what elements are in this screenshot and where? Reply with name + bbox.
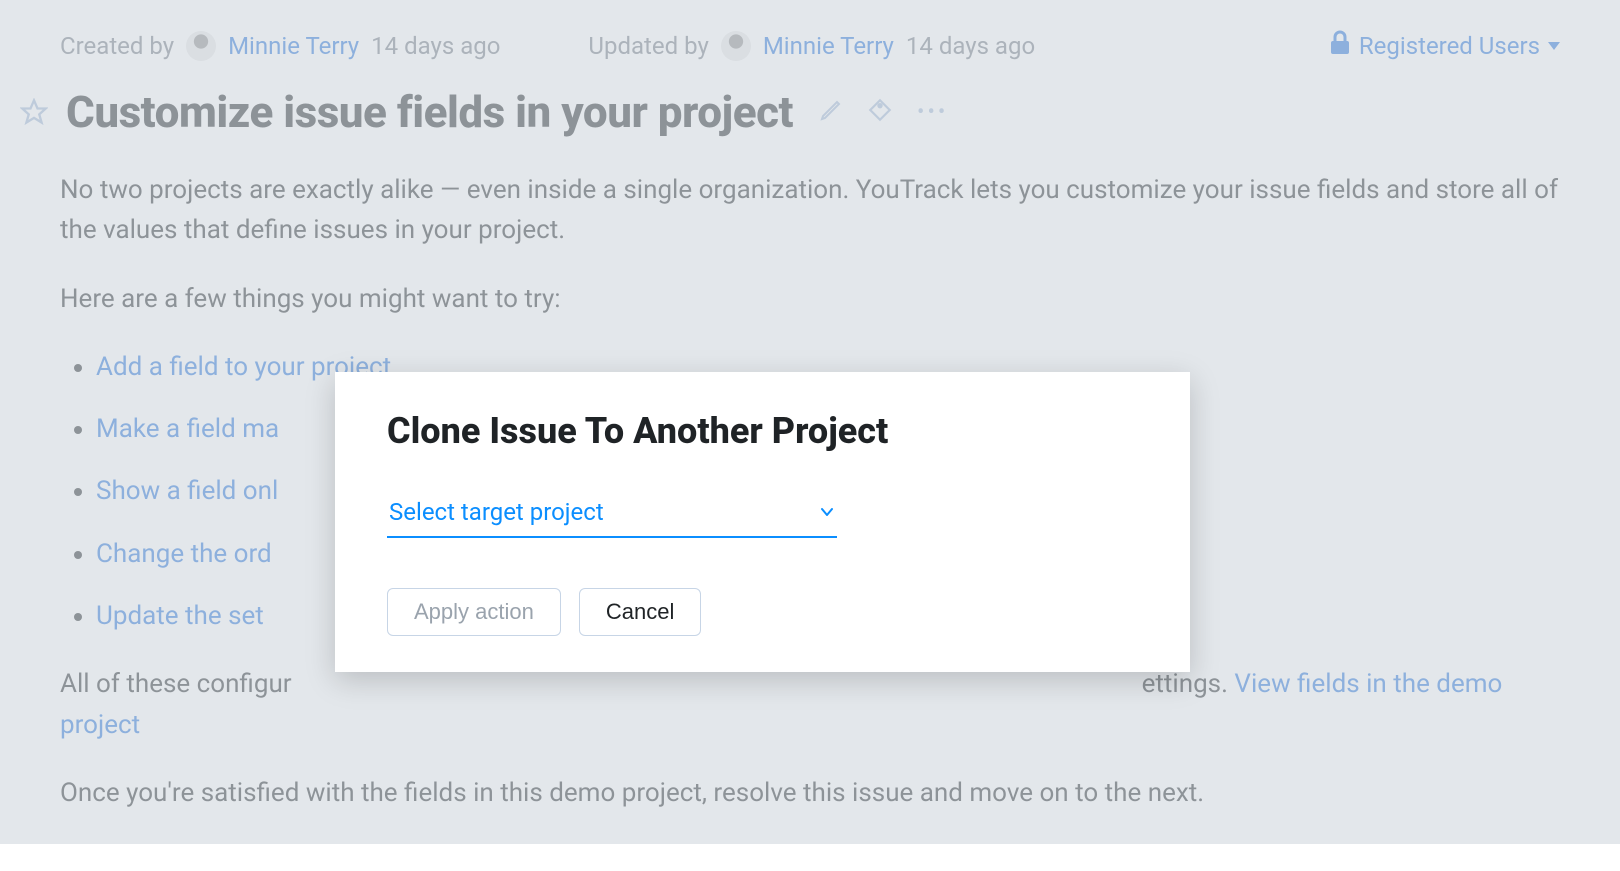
- target-project-select[interactable]: Select target project: [387, 494, 837, 538]
- cancel-button[interactable]: Cancel: [579, 588, 701, 636]
- chevron-down-icon: [819, 498, 835, 526]
- clone-issue-dialog: Clone Issue To Another Project Select ta…: [335, 372, 1190, 672]
- apply-action-button: Apply action: [387, 588, 561, 636]
- select-placeholder: Select target project: [389, 498, 604, 526]
- dialog-title: Clone Issue To Another Project: [387, 410, 1138, 452]
